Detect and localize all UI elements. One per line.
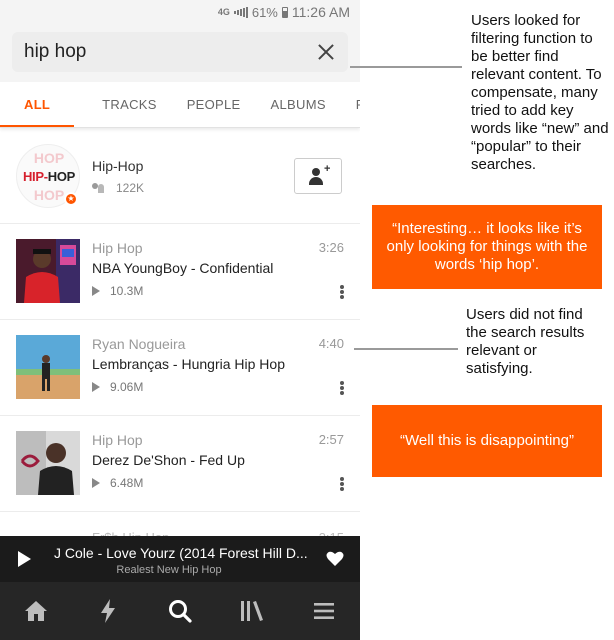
annotation-connector-line: [354, 348, 458, 350]
more-options-icon[interactable]: [336, 380, 348, 398]
follow-button[interactable]: +: [294, 158, 342, 194]
track-duration: 4:40: [318, 336, 344, 351]
play-count: 6.48M: [92, 476, 143, 490]
annotation-note-relevance: Users did not find the search results re…: [466, 306, 585, 377]
network-type: 4G: [217, 7, 230, 17]
play-count: 9.06M: [92, 380, 143, 394]
annotation-connector-line: [350, 66, 462, 68]
play-count-value: 10.3M: [110, 284, 144, 298]
tab-all[interactable]: ALL: [0, 82, 75, 127]
tab-albums[interactable]: ALBUMS: [271, 82, 326, 127]
more-options-icon[interactable]: [336, 284, 348, 302]
follower-count: 122K: [92, 181, 144, 195]
search-filter-tabs: ALL TRACKS PEOPLE ALBUMS PL: [0, 82, 360, 128]
like-heart-icon[interactable]: [326, 551, 344, 567]
search-icon: [169, 600, 192, 623]
clear-search-icon[interactable]: [316, 42, 336, 62]
add-user-icon: [312, 168, 320, 176]
annotation-note-filtering: Users looked for filtering function to b…: [471, 12, 609, 173]
track-title[interactable]: Lembranças - Hungria Hip Hop: [92, 356, 285, 372]
track-artwork[interactable]: [16, 239, 80, 303]
home-icon: [25, 601, 47, 621]
bottom-navigation: [0, 582, 360, 640]
track-genre: Hip Hop: [92, 432, 143, 448]
track-artist: Ryan Nogueira: [92, 336, 186, 352]
nav-more[interactable]: [288, 582, 360, 640]
clock: 11:26 AM: [291, 4, 350, 20]
track-duration: 3:26: [318, 240, 344, 255]
track-artwork[interactable]: [16, 431, 80, 495]
search-field[interactable]: hip hop: [12, 32, 348, 72]
play-count-icon: [92, 382, 100, 392]
user-quote-callout: “Well this is disappointing”: [372, 405, 602, 477]
tab-playlists[interactable]: PL: [356, 82, 360, 127]
soundcloud-app-screen: 4G 61% 11:26 AM hip hop ALL TRACKS PEOPL…: [0, 0, 360, 640]
stream-icon: [101, 599, 115, 623]
play-count-value: 6.48M: [110, 476, 144, 490]
more-options-icon[interactable]: [336, 476, 348, 494]
signal-icon: [233, 6, 248, 18]
track-row[interactable]: Ryan Nogueira Lembranças - Hungria Hip H…: [0, 320, 360, 416]
nav-search[interactable]: [144, 582, 216, 640]
track-title[interactable]: NBA YoungBoy - Confidential: [92, 260, 273, 276]
now-playing-title[interactable]: J Cole - Love Yourz (2014 Forest Hill D.…: [54, 545, 314, 561]
track-row[interactable]: Hip Hop Derez De'Shon - Fed Up 6.48M 2:5…: [0, 416, 360, 512]
now-playing-subtitle: Realest New Hip Hop: [116, 564, 222, 576]
status-bar: 4G 61% 11:26 AM: [0, 0, 360, 24]
library-icon: [241, 601, 263, 621]
play-icon[interactable]: [18, 551, 31, 567]
track-duration: 2:57: [318, 432, 344, 447]
track-title[interactable]: Derez De'Shon - Fed Up: [92, 452, 245, 468]
track-row[interactable]: Hip Hop NBA YoungBoy - Confidential 10.3…: [0, 224, 360, 320]
pro-star-icon: ★: [64, 192, 78, 206]
nav-stream[interactable]: [72, 582, 144, 640]
play-count: 10.3M: [92, 284, 143, 298]
avatar-logo-main: HIP-: [22, 169, 48, 184]
mini-player[interactable]: J Cole - Love Yourz (2014 Forest Hill D.…: [0, 536, 360, 582]
avatar-ghost-text: HOP: [33, 150, 65, 166]
search-header: hip hop: [0, 24, 360, 82]
tab-tracks[interactable]: TRACKS: [102, 82, 157, 127]
track-artwork[interactable]: [16, 335, 80, 399]
menu-icon: [314, 603, 334, 619]
user-name[interactable]: Hip-Hop: [92, 158, 143, 174]
avatar-logo: HIP-HOP: [17, 169, 79, 184]
battery-icon: [281, 6, 288, 18]
tab-people[interactable]: PEOPLE: [187, 82, 241, 127]
search-input[interactable]: hip hop: [24, 41, 316, 63]
follower-count-value: 122K: [116, 181, 145, 195]
battery-percent: 61%: [251, 4, 278, 20]
user-result-row[interactable]: HOP HIP-HOP HOP ★ Hip-Hop 122K +: [0, 128, 360, 224]
play-count-value: 9.06M: [110, 380, 144, 394]
avatar-logo-accent: HOP: [47, 169, 76, 184]
user-quote-callout: “Interesting… it looks like it’s only lo…: [372, 205, 602, 289]
track-genre: Hip Hop: [92, 240, 143, 256]
play-count-icon: [92, 478, 100, 488]
nav-library[interactable]: [216, 582, 288, 640]
play-count-icon: [92, 286, 100, 296]
followers-icon: [92, 183, 106, 193]
nav-home[interactable]: [0, 582, 72, 640]
